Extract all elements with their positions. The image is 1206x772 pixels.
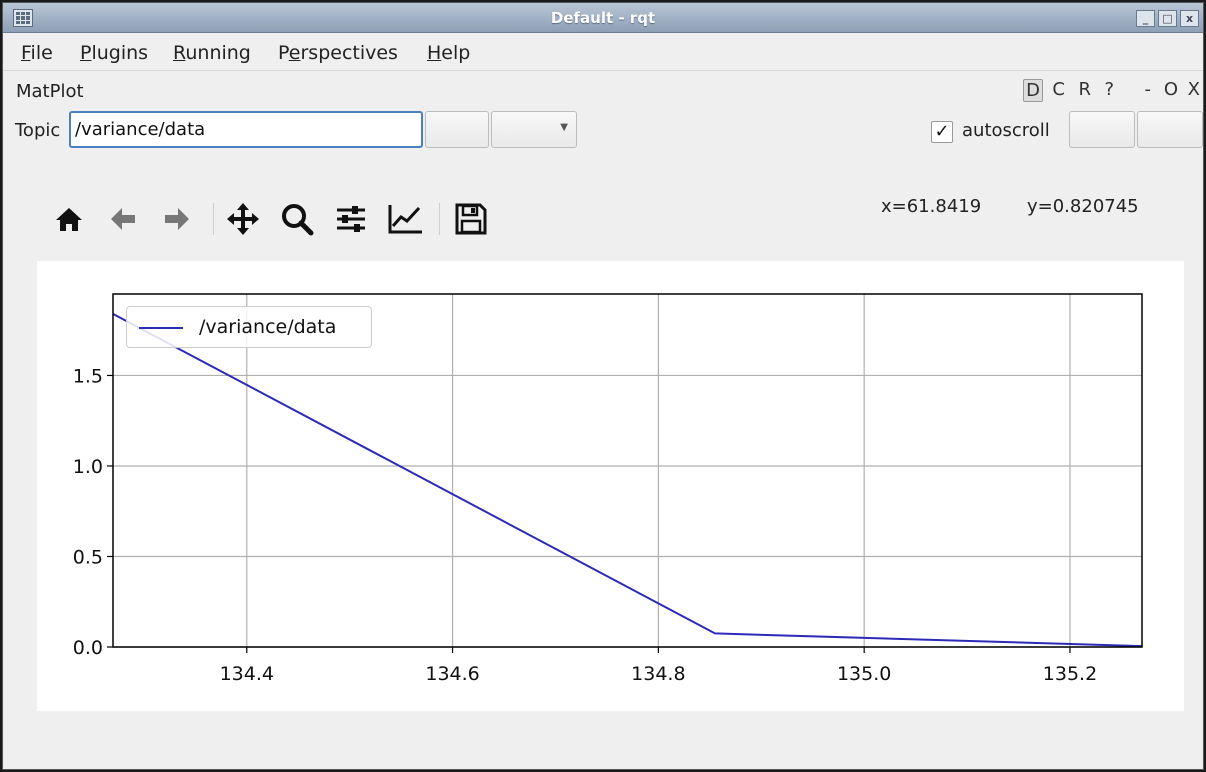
subplots-config-icon[interactable] [329,197,373,241]
dock-c-button[interactable]: C [1052,79,1065,100]
legend-line-swatch [139,327,183,329]
plot-legend: /variance/data [126,306,372,348]
back-arrow-icon[interactable] [101,197,145,241]
zoom-icon[interactable] [275,197,319,241]
toolbar-separator [213,203,214,235]
app-window: Default - rqt _ □ x File Plugins Running… [2,2,1204,770]
y-tick-label: 1.0 [73,456,103,478]
autoscroll-label: autoscroll [962,120,1050,141]
add-topic-button[interactable] [425,111,489,148]
y-tick-label: 0.5 [73,546,103,568]
series-line [112,313,1143,648]
dock-minimize-button[interactable]: - [1145,79,1152,100]
dock-help-d-button[interactable]: D [1023,79,1043,102]
menu-file[interactable]: File [21,42,53,64]
y-tick-label: 0.0 [73,637,103,659]
menu-plugins[interactable]: Plugins [80,42,148,64]
x-tick-label: 134.4 [220,663,274,685]
x-tick-label: 134.8 [631,663,685,685]
cursor-x-readout: x=61.8419 [881,196,982,217]
topic-input[interactable] [69,111,423,148]
plot-figure[interactable]: 134.4 134.6 134.8 135.0 135.2 0.0 0.5 1.0 1.5 /v… [37,261,1184,711]
close-button[interactable]: x [1180,10,1199,27]
forward-arrow-icon[interactable] [155,197,199,241]
menu-bar: File Plugins Running Perspectives Help [3,35,1203,71]
y-tick-label: 1.5 [73,365,103,387]
save-icon[interactable] [449,197,493,241]
chevron-down-icon: ▼ [560,122,568,133]
x-tick-label: 135.0 [837,663,891,685]
pan-icon[interactable] [221,197,265,241]
plugin-title: MatPlot [16,81,84,102]
autoscroll-checkbox[interactable]: ✓ [931,121,953,143]
axes-edit-icon[interactable] [383,197,427,241]
dock-close-button[interactable]: X [1188,79,1200,100]
topic-label: Topic [15,120,61,141]
home-icon[interactable] [47,197,91,241]
legend-label: /variance/data [199,316,337,338]
maximize-button[interactable]: □ [1158,10,1177,27]
pause-button[interactable] [1069,111,1135,148]
minimize-button[interactable]: _ [1136,10,1155,27]
x-tick-label: 134.6 [425,663,479,685]
clear-button[interactable] [1137,111,1203,148]
toolbar-separator [439,203,440,235]
menu-perspectives[interactable]: Perspectives [278,42,398,64]
dock-float-button[interactable]: O [1164,79,1178,100]
remove-topic-dropdown[interactable]: ▼ [491,111,577,148]
menu-running[interactable]: Running [173,42,251,64]
menu-help[interactable]: Help [427,42,470,64]
dock-reload-button[interactable]: R [1078,79,1091,100]
cursor-y-readout: y=0.820745 [1027,196,1139,217]
dock-help-button[interactable]: ? [1104,79,1114,100]
title-bar[interactable]: Default - rqt _ □ x [3,3,1203,33]
x-tick-label: 135.2 [1043,663,1097,685]
window-title: Default - rqt [550,9,656,27]
